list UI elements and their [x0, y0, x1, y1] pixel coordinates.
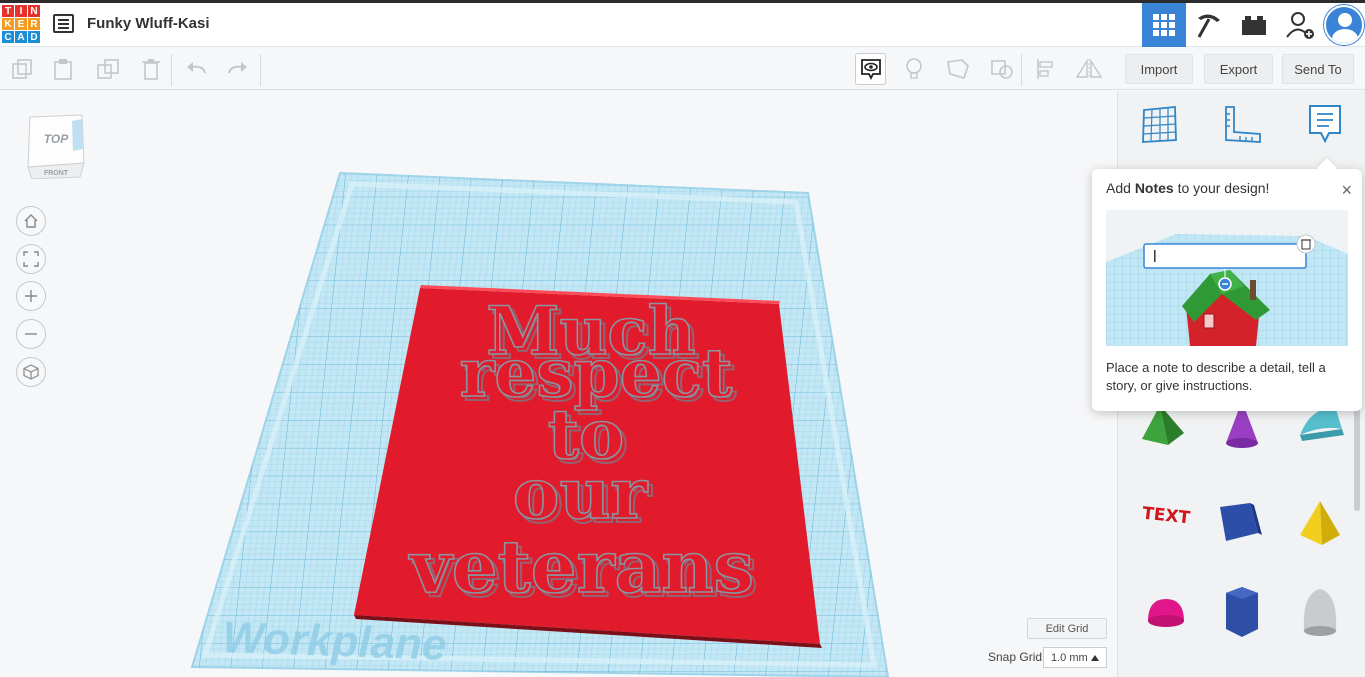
align-icon[interactable] — [1031, 54, 1061, 84]
blocks-view-button[interactable] — [1187, 3, 1231, 47]
notes-toggle-button[interactable] — [855, 53, 886, 85]
logo-letter: E — [15, 18, 27, 30]
logo-letter: R — [28, 18, 40, 30]
toolbar-divider — [260, 54, 261, 86]
logo-letter: C — [2, 31, 14, 43]
note-icon — [1309, 105, 1341, 144]
note-eye-icon — [860, 59, 881, 80]
paraboloid-shape[interactable] — [1292, 583, 1348, 639]
home-view-button[interactable] — [16, 206, 46, 236]
caret-up-icon — [1091, 655, 1099, 661]
svg-text:TEXT: TEXT — [1141, 504, 1191, 529]
redo-icon[interactable] — [223, 54, 253, 84]
design-list-icon[interactable] — [53, 14, 74, 33]
avatar — [1324, 5, 1364, 45]
design-title[interactable]: Funky Wluff-Kasi — [87, 15, 210, 32]
delete-icon[interactable] — [136, 54, 166, 84]
zoom-in-button[interactable] — [16, 281, 46, 311]
edit-grid-button[interactable]: Edit Grid — [1027, 618, 1107, 639]
logo-letter: K — [2, 18, 14, 30]
workplane-scene: Workplane Much Much respect respect to t… — [190, 171, 890, 677]
toolbar-divider — [171, 54, 172, 86]
home-icon — [24, 214, 38, 228]
hexagonal-prism-shape[interactable] — [1214, 583, 1270, 639]
paste-icon[interactable] — [48, 54, 78, 84]
undo-icon[interactable] — [181, 54, 211, 84]
close-icon[interactable]: × — [1341, 181, 1352, 199]
add-user-icon — [1286, 12, 1314, 39]
group-icon[interactable] — [943, 54, 973, 84]
snap-grid-value: 1.0 mm — [1051, 651, 1088, 664]
svg-text:FRONT: FRONT — [44, 170, 69, 177]
toolbar-divider — [1021, 54, 1022, 86]
logo-letter: I — [15, 5, 27, 17]
edit-toolbar: Import Export Send To — [0, 48, 1365, 90]
view-cube[interactable]: TOP FRONT — [24, 111, 86, 179]
half-sphere-shape[interactable] — [1138, 585, 1194, 641]
notes-popover: Add Notes to your design! × Place a note… — [1092, 169, 1362, 411]
fit-view-button[interactable] — [16, 244, 46, 274]
svg-text:TOP: TOP — [44, 132, 69, 146]
pyramid-shape[interactable] — [1292, 495, 1348, 551]
lightbulb-icon[interactable] — [899, 54, 929, 84]
workplane-grid-icon — [1142, 106, 1177, 143]
logo-letter: T — [2, 5, 14, 17]
snap-grid-select[interactable]: 1.0 mm — [1043, 647, 1107, 668]
text-line-5: veterans — [408, 524, 754, 609]
minus-icon — [25, 333, 37, 335]
3d-design-view-button[interactable] — [1142, 3, 1186, 47]
duplicate-icon[interactable] — [93, 54, 123, 84]
polygon-box-shape[interactable] — [1214, 495, 1270, 551]
3d-workspace[interactable]: Workplane Much Much respect respect to t… — [0, 91, 1117, 677]
user-avatar-button[interactable] — [1322, 3, 1365, 47]
ruler-tool-button[interactable] — [1219, 101, 1265, 147]
grid-view-icon — [1153, 14, 1175, 36]
copy-icon[interactable] — [7, 54, 37, 84]
text-line-4: our — [513, 452, 649, 535]
import-button[interactable]: Import — [1125, 54, 1193, 84]
bricks-view-button[interactable] — [1232, 3, 1276, 47]
popover-description: Place a note to describe a detail, tell … — [1106, 360, 1326, 393]
pickaxe-icon — [1197, 14, 1220, 38]
ruler-icon — [1225, 106, 1261, 143]
ungroup-icon[interactable] — [987, 54, 1017, 84]
snap-grid-label: Snap Grid — [988, 650, 1043, 664]
notes-illustration — [1106, 210, 1348, 346]
popover-title: Add Notes to your design! — [1106, 180, 1270, 196]
fit-icon — [23, 251, 39, 267]
zoom-out-button[interactable] — [16, 319, 46, 349]
export-button[interactable]: Export — [1204, 54, 1273, 84]
perspective-button[interactable] — [16, 357, 46, 387]
workplane-tool-button[interactable] — [1136, 101, 1182, 147]
mirror-icon[interactable] — [1074, 54, 1104, 84]
plus-icon — [25, 290, 37, 302]
cube-icon — [23, 364, 39, 380]
send-to-button[interactable]: Send To — [1282, 54, 1354, 84]
brick-icon — [1242, 16, 1266, 35]
logo-letter: A — [15, 31, 27, 43]
text-shape[interactable]: TEXT — [1138, 487, 1194, 543]
notes-tool-button[interactable] — [1302, 101, 1348, 147]
tinkercad-logo[interactable]: TIN KER CAD — [2, 5, 42, 45]
logo-letter: N — [28, 5, 40, 17]
invite-user-button[interactable] — [1278, 3, 1322, 47]
logo-letter: D — [28, 31, 40, 43]
